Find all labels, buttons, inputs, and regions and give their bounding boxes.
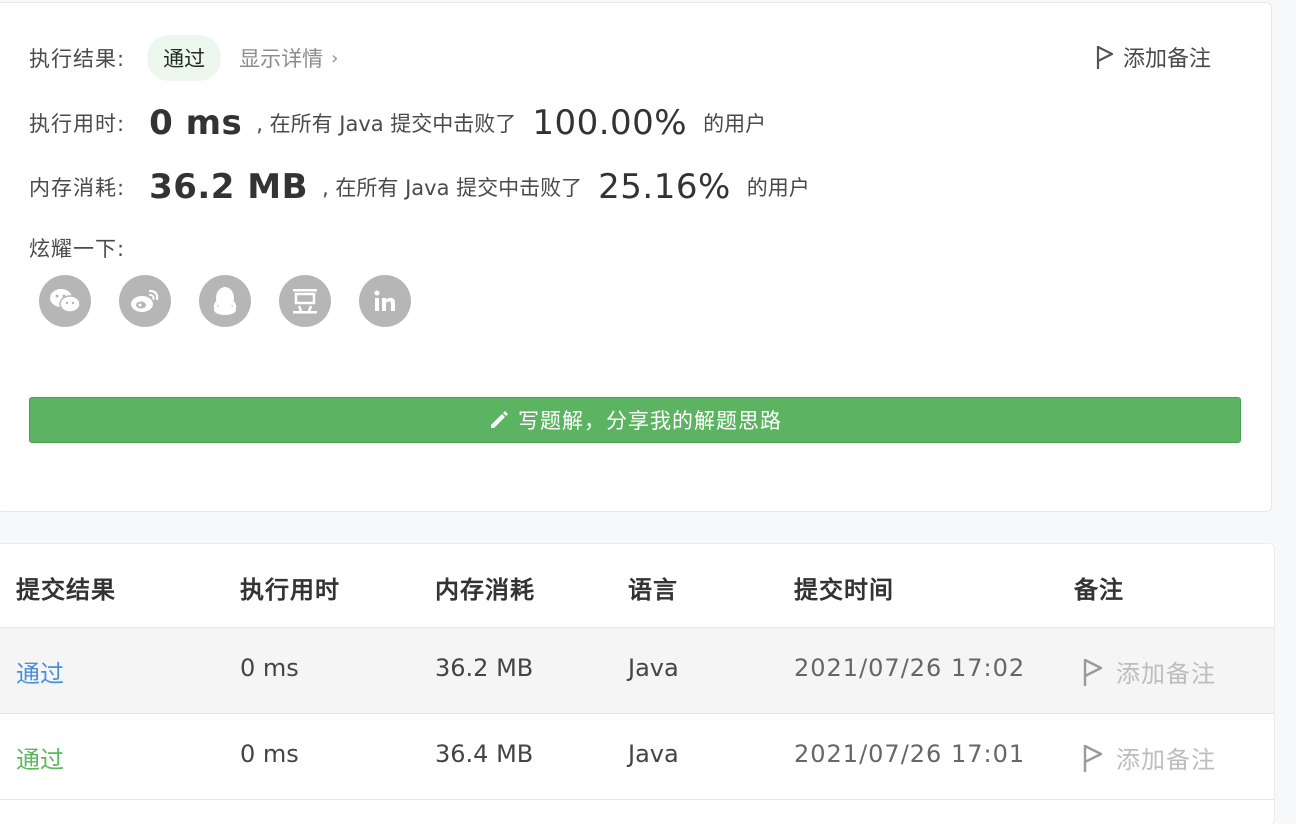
share-buttons [39,275,439,327]
share-wechat-button[interactable] [39,275,91,327]
row-runtime: 0 ms [240,740,299,768]
runtime-row: 执行用时: 0 ms , 在所有 Java 提交中击败了 100.00% 的用户 [29,103,766,143]
memory-beat-text: , 在所有 Java 提交中击败了 [322,176,583,200]
runtime-label: 执行用时: [29,112,126,136]
flag-icon [1083,658,1103,686]
row-status-link[interactable]: 通过 [16,740,64,775]
row-memory: 36.4 MB [435,740,534,768]
weibo-icon [131,289,159,312]
row-memory: 36.2 MB [435,654,534,682]
pencil-icon [491,411,508,428]
row-status-link[interactable]: 通过 [16,654,64,689]
row-language: Java [628,654,679,682]
header-status: 提交结果 [16,576,116,604]
chevron-right-icon: › [331,47,339,69]
linkedin-icon [374,290,395,311]
row-add-note-label: 添加备注 [1116,746,1216,774]
douban-icon [293,289,317,314]
share-qq-button[interactable] [199,275,251,327]
header-language: 语言 [628,576,678,604]
status-badge: 通过 [147,35,222,81]
show-details-link[interactable]: 显示详情 › [239,43,338,73]
add-note-label: 添加备注 [1122,47,1211,72]
runtime-beat-text: , 在所有 Java 提交中击败了 [256,112,517,136]
memory-value: 36.2 MB [149,167,309,207]
header-submit-time: 提交时间 [794,576,894,604]
runtime-value: 0 ms [149,103,243,143]
share-label: 炫耀一下: [29,237,126,261]
add-note-button[interactable]: 添加备注 [1095,41,1211,73]
memory-label: 内存消耗: [29,176,126,200]
row-runtime: 0 ms [240,654,299,682]
result-status-row: 执行结果: 通过 显示详情 › [29,35,338,81]
table-header: 提交结果 执行用时 内存消耗 语言 提交时间 备注 [0,544,1274,628]
memory-percentile: 25.16% [598,167,731,207]
header-note: 备注 [1074,576,1124,604]
header-runtime: 执行用时 [240,576,340,604]
runtime-percentile: 100.00% [532,103,688,143]
row-language: Java [628,740,679,768]
submissions-table: 提交结果 执行用时 内存消耗 语言 提交时间 备注 通过 0 ms 36.2 M… [0,544,1274,824]
wechat-icon [50,289,81,313]
runtime-suffix: 的用户 [703,112,767,136]
share-weibo-button[interactable] [119,275,171,327]
memory-row: 内存消耗: 36.2 MB , 在所有 Java 提交中击败了 25.16% 的… [29,167,810,207]
show-details-label: 显示详情 [239,47,324,71]
qq-icon [213,287,237,315]
row-add-note-label: 添加备注 [1116,660,1216,688]
row-add-note-button[interactable]: 添加备注 [1082,740,1216,775]
write-solution-button[interactable]: 写题解，分享我的解题思路 [29,397,1241,443]
flag-icon [1096,46,1114,69]
share-label-row: 炫耀一下: [29,233,125,263]
row-submit-time: 2021/07/26 17:01 [794,740,1026,768]
share-douban-button[interactable] [279,275,331,327]
status-label: 执行结果: [29,47,126,71]
table-row: 通过 0 ms 36.4 MB Java 2021/07/26 17:01 添加… [0,714,1274,800]
flag-icon [1083,744,1103,772]
row-submit-time: 2021/07/26 17:02 [794,654,1026,682]
share-linkedin-button[interactable] [359,275,411,327]
write-solution-label: 写题解，分享我的解题思路 [518,409,782,433]
header-memory: 内存消耗 [435,576,535,604]
table-row: 通过 0 ms 36.2 MB Java 2021/07/26 17:02 添加… [0,628,1274,714]
memory-suffix: 的用户 [746,176,810,200]
row-add-note-button[interactable]: 添加备注 [1082,654,1216,689]
submission-result-card: 执行结果: 通过 显示详情 › 添加备注 执行用时: 0 ms , 在所有 Ja… [0,2,1272,512]
